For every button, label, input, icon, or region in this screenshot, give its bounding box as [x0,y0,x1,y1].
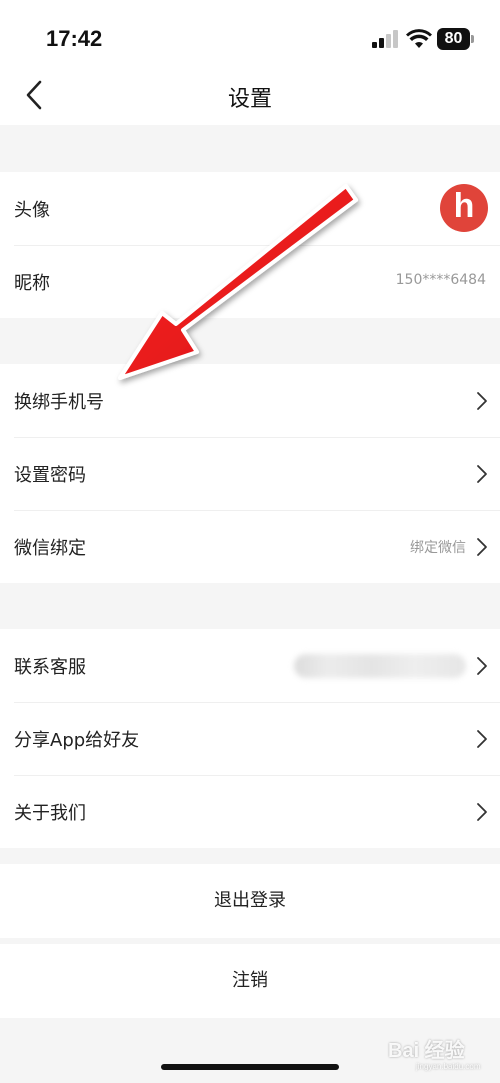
chevron-right-icon [477,730,487,748]
page-title: 设置 [227,87,272,112]
blurred-contact-value [294,654,466,678]
battery-icon: 80 [437,28,475,50]
avatar-row[interactable]: 头像 h [0,172,500,245]
wechat-bind-row[interactable]: 微信绑定 绑定微信 [0,510,500,583]
wechat-bind-label: 微信绑定 [14,538,86,559]
logout-button[interactable]: 退出登录 [0,864,500,938]
account-group: 换绑手机号 设置密码 微信绑定 绑定微信 [0,364,500,583]
battery-level: 80 [437,28,470,50]
change-phone-label: 换绑手机号 [14,392,104,413]
share-app-label: 分享App给好友 [14,730,140,751]
signal-icon [372,30,400,48]
chevron-right-icon [477,657,487,675]
set-password-label: 设置密码 [14,465,86,486]
status-bar: 17:42 80 [0,0,500,75]
wechat-bind-value: 绑定微信 [410,540,466,556]
deregister-button[interactable]: 注销 [0,944,500,1018]
chevron-right-icon [477,538,487,556]
baidu-watermark: Bai 经验 jingyan.baidu.com [376,1030,494,1080]
nickname-value: 150****6484 [395,272,486,288]
nickname-row[interactable]: 昵称 150****6484 [0,245,500,318]
status-time: 17:42 [46,26,103,51]
chevron-right-icon [477,465,487,483]
watermark-text: Bai 经验 [388,1040,465,1062]
contact-service-row[interactable]: 联系客服 [0,629,500,702]
change-phone-row[interactable]: 换绑手机号 [0,364,500,437]
avatar[interactable]: h [440,184,488,232]
home-indicator [161,1064,339,1070]
profile-group: 头像 h 昵称 150****6484 [0,172,500,318]
chevron-right-icon [477,803,487,821]
about-us-label: 关于我们 [14,803,86,824]
chevron-right-icon [477,392,487,410]
about-us-row[interactable]: 关于我们 [0,775,500,848]
avatar-label: 头像 [14,200,50,221]
nav-bar: 设置 [0,75,500,125]
contact-service-label: 联系客服 [14,657,86,678]
misc-group: 联系客服 分享App给好友 关于我们 [0,629,500,848]
wifi-icon [406,29,432,48]
nickname-label: 昵称 [14,273,50,294]
share-app-row[interactable]: 分享App给好友 [0,702,500,775]
watermark-subtext: jingyan.baidu.com [416,1062,481,1071]
set-password-row[interactable]: 设置密码 [0,437,500,510]
